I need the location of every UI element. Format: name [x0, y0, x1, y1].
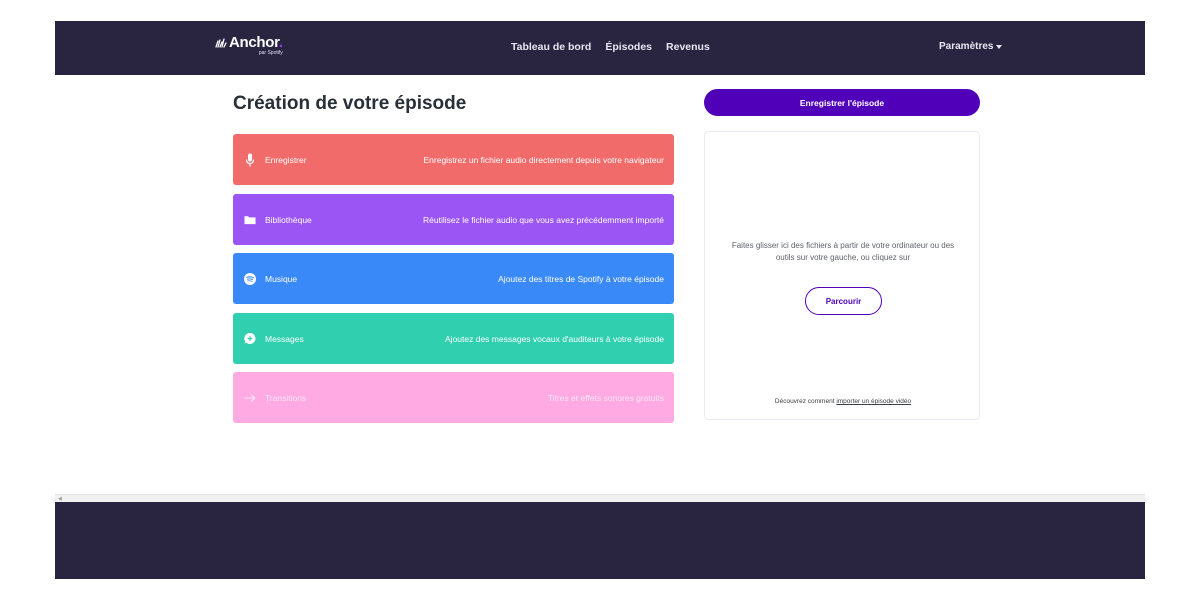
dropzone-footer: Découvrez comment importer un épisode vi…	[705, 398, 981, 405]
brand-name: Anchor	[229, 34, 279, 51]
dropzone-footer-text: Découvrez comment	[774, 398, 835, 405]
tool-description: Titres et effets sonores gratuits	[547, 392, 664, 403]
settings-menu[interactable]: Paramètres	[939, 41, 1003, 52]
tool-description: Réutilisez le fichier audio que vous ave…	[423, 214, 664, 225]
tool-label: Messages	[265, 333, 304, 344]
brand-subtitle: par Spotify	[258, 50, 283, 56]
tool-description: Enregistrez un fichier audio directement…	[423, 154, 665, 165]
tool-transitions[interactable]: Transitions Titres et effets sonores gra…	[233, 372, 674, 423]
nav-episodes[interactable]: Épisodes	[605, 41, 652, 53]
anchor-logo[interactable]: Anchor. par Spotify	[215, 34, 283, 56]
import-video-link[interactable]: importer un épisode vidéo	[836, 398, 911, 405]
tool-description: Ajoutez des titres de Spotify à votre ép…	[498, 273, 664, 284]
record-episode-button[interactable]: Enregistrer l'épisode	[704, 89, 980, 116]
browse-button[interactable]: Parcourir	[805, 287, 882, 315]
tool-label: Enregistrer	[265, 154, 307, 165]
brand-dot: .	[278, 34, 283, 51]
tool-messages[interactable]: Messages Ajoutez des messages vocaux d'a…	[233, 313, 674, 364]
file-dropzone[interactable]: Faites glisser ici des fichiers à partir…	[704, 131, 980, 420]
settings-label: Paramètres	[939, 41, 994, 52]
top-navbar: Anchor. par Spotify Tableau de bord Épis…	[55, 21, 1145, 75]
spotify-icon	[244, 272, 256, 286]
page-footer	[55, 502, 1145, 579]
tool-label: Transitions	[265, 392, 307, 403]
app-window: Anchor. par Spotify Tableau de bord Épis…	[55, 21, 1145, 579]
message-icon	[244, 332, 256, 346]
tool-music[interactable]: Musique Ajoutez des titres de Spotify à …	[233, 253, 674, 304]
arrow-right-icon	[244, 391, 256, 405]
microphone-icon	[244, 153, 256, 167]
main-nav: Tableau de bord Épisodes Revenus	[511, 41, 710, 53]
tool-label: Bibliothèque	[265, 214, 312, 225]
tool-library[interactable]: Bibliothèque Réutilisez le fichier audio…	[233, 194, 674, 245]
tool-label: Musique	[265, 273, 298, 284]
nav-dashboard[interactable]: Tableau de bord	[511, 41, 591, 53]
nav-revenue[interactable]: Revenus	[666, 41, 710, 53]
chevron-down-icon	[996, 44, 1003, 49]
anchor-logo-icon	[215, 37, 227, 48]
horizontal-scrollbar[interactable]: ◀	[55, 494, 1145, 502]
folder-icon	[244, 213, 256, 227]
dropzone-instructions: Faites glisser ici des fichiers à partir…	[731, 241, 955, 262]
page-title: Création de votre épisode	[233, 93, 467, 114]
tool-record[interactable]: Enregistrer Enregistrez un fichier audio…	[233, 134, 674, 185]
tool-description: Ajoutez des messages vocaux d'auditeurs …	[445, 333, 664, 344]
